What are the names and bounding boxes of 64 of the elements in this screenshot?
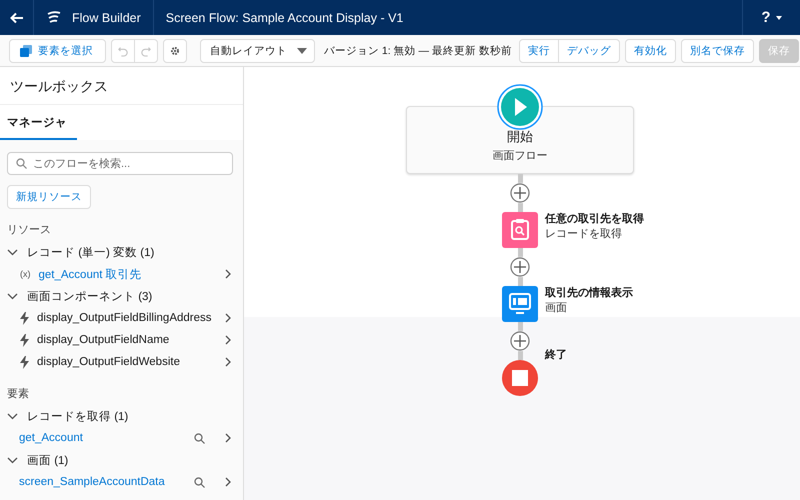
add-element-icon[interactable] bbox=[510, 183, 530, 203]
chevron-right-icon[interactable] bbox=[225, 269, 231, 279]
version-status: バージョン 1: 無効 — 最終更新 数秒前 bbox=[324, 44, 512, 58]
chevron-right-icon[interactable] bbox=[225, 477, 231, 487]
bolt-icon bbox=[20, 356, 29, 368]
toolbar-button[interactable]: 有効化 bbox=[624, 38, 676, 62]
add-element-icon[interactable] bbox=[510, 331, 530, 351]
node-subtitle: 画面 bbox=[545, 301, 568, 315]
redo-icon bbox=[141, 44, 151, 56]
flow-logo-icon bbox=[46, 10, 62, 24]
group-header[interactable]: レコード (単一) 変数 (1) bbox=[0, 241, 243, 263]
clipboard-search-icon[interactable] bbox=[502, 212, 538, 248]
settings-icon bbox=[170, 44, 180, 56]
search-icon[interactable] bbox=[194, 432, 205, 444]
group-header[interactable]: 画面 (1) bbox=[0, 449, 243, 471]
node-subtitle: 画面フロー bbox=[492, 149, 548, 163]
chevron-icon bbox=[7, 412, 18, 420]
chevron-right-icon[interactable] bbox=[225, 433, 231, 443]
search-icon bbox=[16, 158, 27, 169]
resource-item[interactable]: display_OutputFieldBillingAddress bbox=[0, 307, 243, 329]
toolbox-title: ツールボックス bbox=[0, 67, 243, 105]
back-arrow-icon bbox=[10, 12, 24, 24]
undo-icon bbox=[118, 44, 128, 56]
resource-item[interactable]: get_Account bbox=[0, 427, 243, 449]
caret-icon bbox=[776, 16, 782, 20]
caret-icon bbox=[297, 48, 307, 54]
chevron-icon bbox=[7, 292, 18, 300]
variable-icon: (x) bbox=[20, 269, 30, 279]
group-header[interactable]: 画面コンポーネント (3) bbox=[0, 285, 243, 307]
resource-item[interactable]: screen_SampleAccountData bbox=[0, 471, 243, 493]
toolbar-button[interactable]: 別名で保存 bbox=[680, 38, 754, 62]
search-field[interactable]: このフローを検索... bbox=[7, 152, 233, 175]
select-icon bbox=[20, 44, 32, 56]
section-heading: リソース bbox=[6, 223, 52, 238]
toolbar-button[interactable]: 実行 bbox=[518, 38, 559, 62]
node-title: 終了 bbox=[545, 348, 567, 362]
chevron-right-icon[interactable] bbox=[225, 335, 231, 345]
search-icon[interactable] bbox=[194, 476, 205, 488]
app-name: Flow Builder bbox=[72, 10, 141, 24]
chevron-icon bbox=[7, 248, 18, 256]
chevron-right-icon[interactable] bbox=[225, 313, 231, 323]
resource-item[interactable]: (x) get_Account 取引先 bbox=[0, 263, 243, 285]
toolbar-button[interactable]: デバッグ bbox=[558, 38, 620, 62]
node-title: 開始 bbox=[507, 128, 533, 146]
node-title: 任意の取引先を取得 bbox=[545, 212, 644, 226]
section-heading: 要素 bbox=[6, 386, 30, 402]
node-subtitle: レコードを取得 bbox=[545, 227, 623, 241]
chevron-icon bbox=[7, 456, 18, 464]
resource-item[interactable]: display_OutputFieldWebsite bbox=[0, 351, 243, 373]
flow-title: Screen Flow: Sample Account Display - V1 bbox=[166, 10, 404, 24]
node-title: 取引先の情報表示 bbox=[545, 286, 633, 300]
bolt-icon bbox=[20, 312, 29, 324]
layout-dropdown[interactable]: 自動レイアウト bbox=[200, 38, 315, 62]
new-resource-button[interactable]: 新規リソース bbox=[7, 185, 91, 209]
start-node-card[interactable]: 開始 画面フロー bbox=[406, 106, 634, 174]
group-header[interactable]: レコードを取得 (1) bbox=[0, 405, 243, 427]
bolt-icon bbox=[20, 334, 29, 346]
end-stop-icon[interactable] bbox=[502, 360, 538, 396]
settings-button[interactable] bbox=[163, 38, 187, 62]
select-elements-button[interactable]: 要素を選択 bbox=[9, 38, 106, 62]
screen-icon[interactable] bbox=[502, 286, 538, 322]
resource-item[interactable]: display_OutputFieldName bbox=[0, 329, 243, 351]
chevron-right-icon[interactable] bbox=[225, 357, 231, 367]
add-element-icon[interactable] bbox=[510, 257, 530, 277]
